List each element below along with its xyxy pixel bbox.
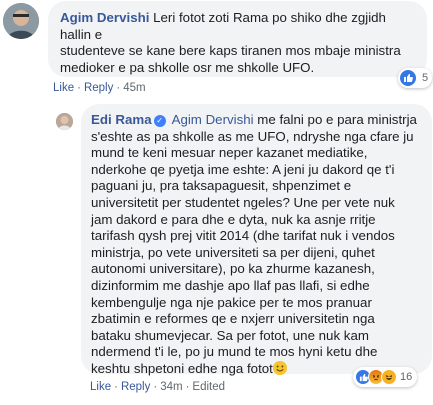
reply-text-line: kembengulje nga nje pakice per te mos pr… [91,294,372,310]
reply-text-line: nderkohe qe pyetja ime eshte: A jeni ju … [91,161,395,177]
verified-badge-icon: ✓ [153,115,166,127]
reply-text-line: zbatimin e reformes qe e nxjerr universi… [91,311,375,327]
reply-text-line: keshtu shpetoni edhe nga fotot [91,360,273,376]
reply-text-line: universitetit per studentet ngeles? Une … [91,194,395,210]
reply-reaction-count: 16 [400,371,413,383]
reply-avatar[interactable] [56,113,73,130]
reply-actions: Like · Reply · 34m · Edited [90,381,225,393]
separator: · [114,381,118,393]
comment-reaction-count: 5 [422,72,429,84]
comment-actions: Like · Reply · 45m [53,82,146,94]
commenter-avatar[interactable] [3,3,39,39]
separator: · [116,82,121,94]
comment-author-link[interactable]: Agim Dervishi [60,10,149,25]
reply-text-line: s'eshte as pa shkolle as me UFO, ndryshe… [91,128,414,144]
reply-text-line: bataku shumevjecar. Sa per fotot, une nu… [91,327,369,343]
reply-text-line: tarifash qysh prej vitit 2014 (dhe tarif… [91,228,395,244]
comment-reply-link[interactable]: Reply [84,82,113,94]
separator: · [77,82,81,94]
reply-text-line: ministrja, po vete universiteti sa per d… [91,244,375,260]
smiling-face-emoji [272,360,287,375]
edited-label[interactable]: Edited [192,381,225,393]
comment-bubble: Agim Dervishi Leri fotot zoti Rama po sh… [48,1,427,77]
reply-reactions[interactable]: 16 [353,367,418,387]
reply-timestamp[interactable]: 34m [160,381,182,393]
comment-text-line: studenteve se kane bere kaps tiranen mos… [60,43,401,59]
comment-reactions[interactable]: 5 [398,68,433,88]
comment-text-line: medioker e pa shkolle osr me shkolle UFO… [60,59,315,75]
reply-like-link[interactable]: Like [90,381,111,393]
comment-timestamp[interactable]: 45m [123,82,145,94]
reply-text-line: ndermend t'i le, po ju mund te mos hyni … [91,344,378,360]
laughing-face-icon [381,369,397,385]
reply-text-line: autonomi universitare), po ka zhurme kaz… [91,261,375,277]
reply-text-line: mund te keni mesuar neper kazanet mediat… [91,145,368,161]
reply-mention-link[interactable]: Agim Dervishi [172,112,254,127]
separator: · [153,381,158,393]
reply-bubble: Edi Rama ✓ Agim Dervishi me falni po e pa… [81,104,432,376]
reply-text-line: jam dakord e para dhe e dyta, nuk ka asn… [91,211,376,227]
reply-reply-link[interactable]: Reply [121,381,150,393]
comment-like-link[interactable]: Like [53,82,74,94]
thumbs-up-icon [400,70,416,86]
reply-author-link[interactable]: Edi Rama [91,112,152,127]
reply-text-line: dizinformim me dashje apo llaf pas llafi… [91,277,370,293]
reply-text-line: paguani ju, pra taksapaguesit, shpenzime… [91,178,352,194]
separator: · [185,381,190,393]
reply-text-line: me falni po e para ministrja [257,112,417,127]
